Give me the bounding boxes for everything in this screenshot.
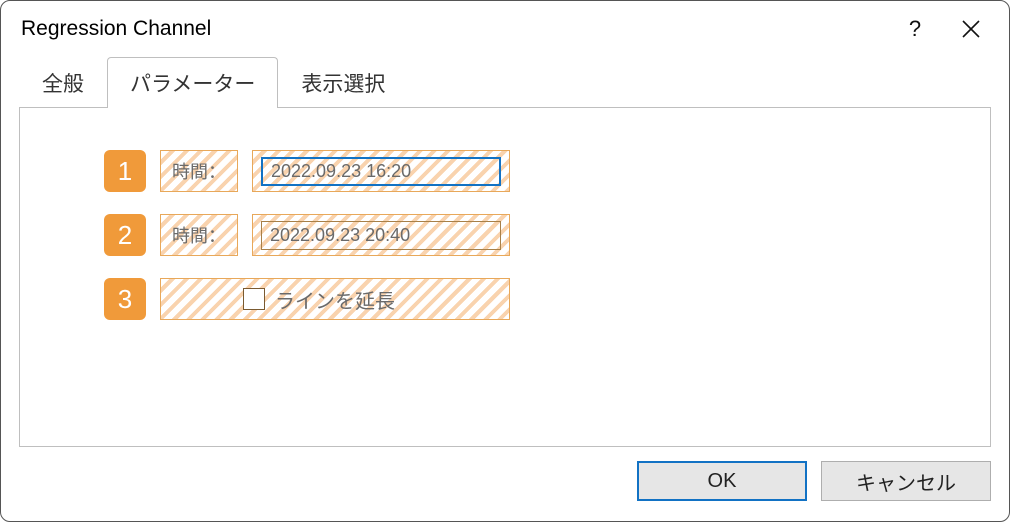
time-field-2[interactable]: 2022.09.23 20:40 bbox=[261, 221, 501, 250]
close-icon bbox=[962, 20, 980, 38]
time-label-1: 時間： bbox=[160, 150, 238, 192]
step-badge-1: 1 bbox=[104, 150, 146, 192]
time-field-1[interactable]: 2022.09.23 16:20 bbox=[261, 157, 501, 186]
button-bar: OK キャンセル bbox=[1, 447, 1009, 521]
param-row-1: 1 時間： 2022.09.23 16:20 bbox=[104, 150, 970, 192]
tabs: 全般 パラメーター 表示選択 bbox=[19, 57, 991, 108]
time-field-container-2: 2022.09.23 20:40 bbox=[252, 214, 510, 256]
extend-line-container: ラインを延長 bbox=[160, 278, 510, 320]
tabs-container: 全般 パラメーター 表示選択 bbox=[1, 57, 1009, 108]
step-badge-3: 3 bbox=[104, 278, 146, 320]
cancel-button[interactable]: キャンセル bbox=[821, 461, 991, 501]
tab-content: 1 時間： 2022.09.23 16:20 2 時間： 2022.09.23 … bbox=[19, 108, 991, 447]
ok-button[interactable]: OK bbox=[637, 461, 807, 501]
time-field-container-1: 2022.09.23 16:20 bbox=[252, 150, 510, 192]
tab-general[interactable]: 全般 bbox=[19, 57, 107, 108]
extend-line-label: ラインを延長 bbox=[275, 285, 395, 314]
time-label-2: 時間： bbox=[160, 214, 238, 256]
close-button[interactable] bbox=[943, 5, 999, 53]
window-title: Regression Channel bbox=[21, 17, 887, 41]
dialog-window: Regression Channel ? 全般 パラメーター 表示選択 1 時間… bbox=[0, 0, 1010, 522]
param-row-2: 2 時間： 2022.09.23 20:40 bbox=[104, 214, 970, 256]
tab-display[interactable]: 表示選択 bbox=[278, 57, 408, 108]
param-row-3: 3 ラインを延長 bbox=[104, 278, 970, 320]
extend-line-checkbox[interactable] bbox=[243, 288, 265, 310]
title-bar: Regression Channel ? bbox=[1, 1, 1009, 57]
help-button[interactable]: ? bbox=[887, 5, 943, 53]
tab-parameters[interactable]: パラメーター bbox=[107, 57, 278, 108]
step-badge-2: 2 bbox=[104, 214, 146, 256]
